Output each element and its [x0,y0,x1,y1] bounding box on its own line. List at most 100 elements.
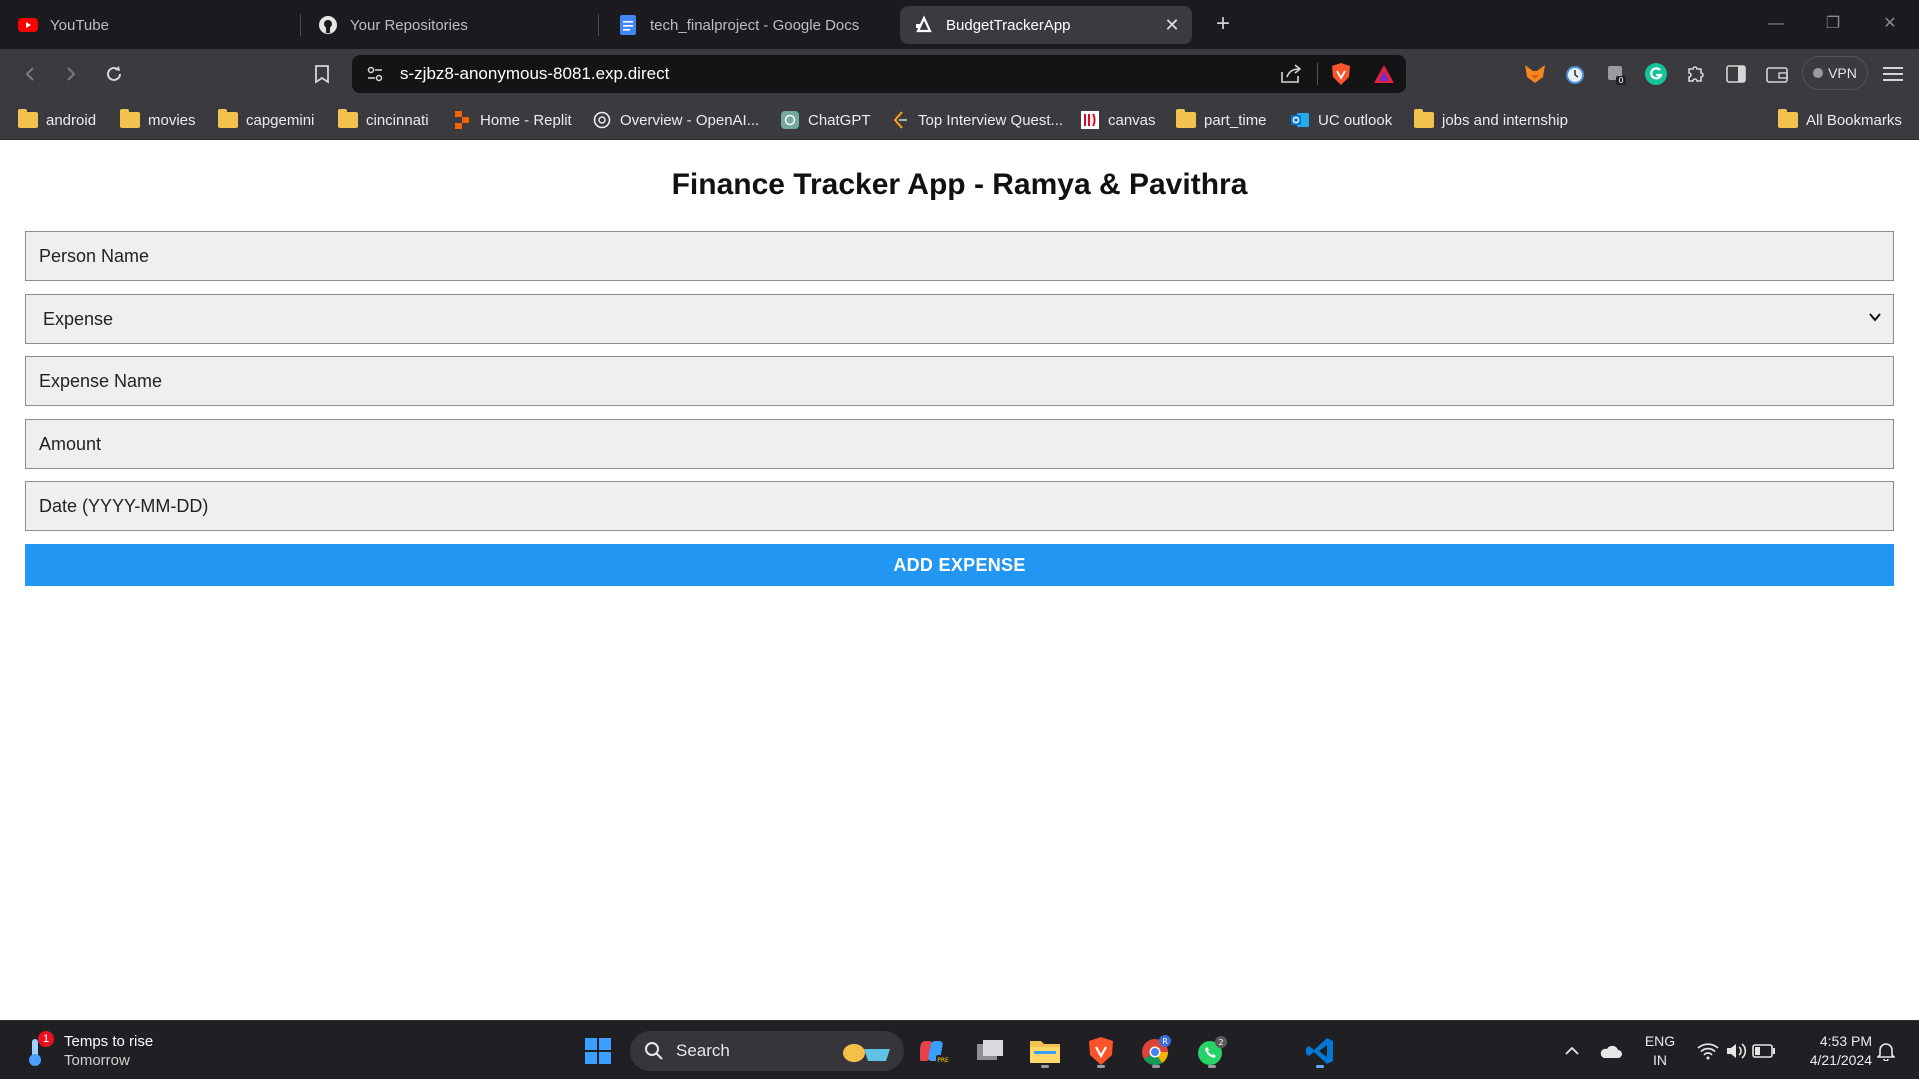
running-indicator [1316,1065,1324,1068]
chevron-down-icon [1869,313,1881,322]
amount-input[interactable]: Amount [25,419,1894,469]
bookmark-uc-outlook[interactable]: UC outlook [1290,109,1392,131]
weather-widget[interactable]: 1 Temps to rise Tomorrow [24,1031,204,1071]
sidebar-toggle-icon[interactable] [1723,61,1749,87]
site-settings-icon[interactable] [366,65,384,88]
add-expense-label: ADD EXPENSE [893,554,1026,575]
taskbar-search[interactable]: Search [630,1031,904,1071]
canvas-icon [1080,111,1100,129]
extension-with-badge-icon[interactable]: 0 [1603,61,1629,87]
bookmark-cincinnati[interactable]: cincinnati [338,109,429,131]
bookmark-label: canvas [1108,111,1156,129]
clock[interactable]: 4:53 PM 4/21/2024 [1790,1031,1872,1071]
back-button[interactable] [16,60,44,88]
chrome-icon[interactable]: R [1136,1031,1176,1071]
brave-browser-icon[interactable] [1081,1031,1121,1071]
bookmark-movies[interactable]: movies [120,109,196,131]
bookmark-openai[interactable]: Overview - OpenAI... [592,109,759,131]
grammarly-extension-icon[interactable] [1643,61,1669,87]
close-window-icon[interactable]: ✕ [1870,8,1910,40]
expo-icon [914,15,934,35]
extensions-puzzle-icon[interactable] [1683,61,1709,87]
transaction-type-select[interactable]: Expense [25,294,1894,344]
weather-line2: Tomorrow [64,1052,130,1069]
start-button[interactable] [578,1031,618,1071]
notifications-bell-icon[interactable] [1866,1031,1906,1071]
add-expense-button[interactable]: ADD EXPENSE [25,544,1894,586]
bookmark-label: jobs and internship [1442,111,1568,129]
copilot-icon[interactable]: PRE [916,1031,956,1071]
share-icon[interactable] [1280,64,1302,89]
weather-line1: Temps to rise [64,1033,154,1050]
tab-repositories[interactable]: Your Repositories [304,6,594,44]
tab-label: Your Repositories [350,16,468,34]
minimize-window-icon[interactable]: — [1756,8,1796,40]
main-menu-icon[interactable] [1880,61,1906,87]
restore-window-icon[interactable]: ❐ [1813,8,1853,40]
chatgpt-icon [780,111,800,129]
bookmark-chatgpt[interactable]: ChatGPT [780,109,871,131]
address-bar[interactable]: s-zjbz8-anonymous-8081.exp.direct [352,55,1406,93]
tab-google-docs[interactable]: tech_finalproject - Google Docs [604,6,894,44]
openai-icon [592,111,612,129]
onedrive-cloud-icon[interactable] [1590,1031,1630,1071]
bookmark-label: ChatGPT [808,111,871,129]
clock-date: 4/21/2024 [1809,1052,1872,1068]
forward-button[interactable] [57,60,85,88]
leetcode-icon [890,111,910,129]
close-tab-icon[interactable]: ✕ [1162,15,1182,35]
tab-divider [300,14,301,36]
wallet-icon[interactable] [1764,61,1790,87]
new-tab-button[interactable]: + [1208,10,1238,40]
folder-icon [338,109,358,129]
bookmark-page-button[interactable] [308,60,336,88]
vpn-button[interactable]: VPN [1802,56,1868,90]
bookmark-capgemini[interactable]: capgemini [218,109,314,131]
windows-start-icon [585,1038,611,1064]
bookmark-part-time[interactable]: part_time [1176,109,1267,131]
bookmark-label: capgemini [246,111,315,129]
folder-icon [1778,109,1798,129]
bookmark-canvas[interactable]: canvas [1080,109,1156,131]
all-bookmarks-label: All Bookmarks [1806,111,1902,129]
vscode-icon[interactable] [1300,1031,1340,1071]
language-line2: IN [1653,1052,1667,1068]
bookmark-jobs[interactable]: jobs and internship [1414,109,1568,131]
whatsapp-icon[interactable]: 2 [1192,1031,1232,1071]
address-divider [1317,63,1318,85]
language-line1: ENG [1644,1033,1676,1049]
battery-icon[interactable] [1744,1031,1784,1071]
all-bookmarks-button[interactable]: All Bookmarks [1778,109,1902,131]
bookmark-leetcode[interactable]: Top Interview Quest... [890,109,1063,131]
app-page: Finance Tracker App - Ramya & Pavithra P… [0,141,1919,1020]
search-label: Search [676,1041,730,1060]
alarm-extension-icon[interactable] [1562,61,1588,87]
windows-taskbar: 1 Temps to rise Tomorrow Search PRE R 2 [0,1020,1919,1079]
metamask-extension-icon[interactable] [1522,61,1548,87]
running-indicator [1208,1065,1216,1068]
reload-button[interactable] [100,60,128,88]
running-indicator [1041,1065,1049,1068]
file-explorer-icon[interactable] [1025,1031,1065,1071]
show-hidden-icons-chevron-icon[interactable] [1552,1031,1592,1071]
tab-youtube[interactable]: YouTube [4,6,294,44]
bookmarks-bar: android movies capgemini cincinnati Home… [0,99,1919,140]
task-view-icon[interactable] [970,1031,1010,1071]
bookmark-icon [315,65,329,84]
person-name-input[interactable]: Person Name [25,231,1894,281]
bookmark-android[interactable]: android [18,109,96,131]
search-highlight-icon [840,1039,894,1070]
date-input[interactable]: Date (YYYY-MM-DD) [25,481,1894,531]
tab-budget-tracker[interactable]: BudgetTrackerApp ✕ [900,6,1192,44]
expense-name-input[interactable]: Expense Name [25,356,1894,406]
clock-time: 4:53 PM [1819,1033,1872,1049]
brave-shields-icon[interactable] [1330,62,1352,91]
extension-badge-count: 0 [1618,76,1623,85]
browser-toolbar: s-zjbz8-anonymous-8081.exp.direct 0 VPN [0,49,1919,99]
person-name-placeholder: Person Name [39,245,150,266]
language-indicator[interactable]: ENG IN [1640,1031,1680,1071]
chrome-profile-badge: R [1162,1037,1168,1046]
brave-rewards-icon[interactable] [1373,64,1395,89]
url-text[interactable]: s-zjbz8-anonymous-8081.exp.direct [400,64,669,84]
bookmark-replit[interactable]: Home - Replit [452,109,572,131]
